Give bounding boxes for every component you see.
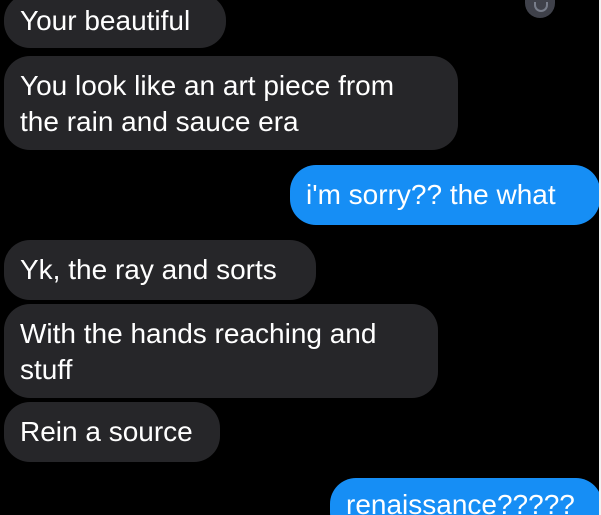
watermark-icon (525, 0, 555, 18)
message-text: You look like an art piece from (20, 70, 395, 101)
message-text: i'm sorry?? the what (306, 179, 556, 210)
message-text: the rain and sauce era (20, 106, 299, 137)
chat-screen: Your beautiful You look like an art piec… (0, 0, 601, 515)
message-bubble-outgoing: i'm sorry?? the what (290, 165, 600, 225)
message-bubble-incoming: Rein a source (4, 402, 220, 462)
message-bubble-incoming: Your beautiful (4, 0, 226, 48)
message-bubble-incoming: Yk, the ray and sorts (4, 240, 316, 300)
message-bubble-incoming: You look like an art piece from the rain… (4, 56, 458, 150)
message-bubble-incoming: With the hands reaching and stuff (4, 304, 438, 398)
message-text: With the hands reaching and (20, 318, 377, 349)
message-text: Yk, the ray and sorts (20, 254, 277, 285)
message-bubble-outgoing: renaissance????? (330, 478, 601, 515)
message-text: renaissance????? (346, 489, 575, 515)
message-text: Your beautiful (20, 5, 191, 36)
message-text: Rein a source (20, 416, 193, 447)
message-text: stuff (20, 354, 73, 385)
